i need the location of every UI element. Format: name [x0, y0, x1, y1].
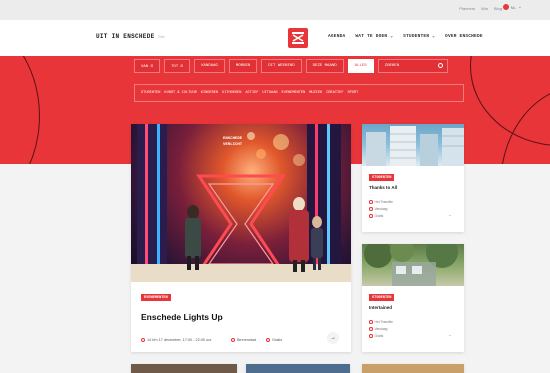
event-location-text: Binnenstad [237, 338, 256, 342]
image-caption-line: VERLICHT [223, 143, 243, 147]
utility-link[interactable]: Blog [494, 6, 502, 11]
utility-link[interactable]: Planners [459, 6, 475, 11]
category-filter[interactable]: KUNST & CULTUUR [164, 91, 196, 95]
category-filter[interactable]: MUZIEK [309, 91, 322, 95]
nav-item-wat-te-doen[interactable]: WAT TE DOEN ⌄ [355, 34, 393, 39]
category-filter[interactable]: UITGAAN [262, 91, 277, 95]
tag-icon [266, 338, 270, 342]
event-meta: Het Transitie Vandaag Gratis [369, 200, 393, 218]
category-filter[interactable]: CREATIEF [326, 91, 343, 95]
featured-event-card[interactable]: ENSCHEDE VERLICHT EVENEMENTEN Enschede L… [131, 124, 351, 352]
category-filter[interactable]: ACTIEF [245, 91, 258, 95]
arrow-right-icon[interactable]: → [447, 332, 452, 338]
site-logo-subtitle: Site [158, 34, 165, 39]
event-date-text: 14 t/m 17 december, 17:00 - 22:00 uur [147, 338, 212, 342]
image-caption: ENSCHEDE VERLICHT [223, 136, 242, 148]
event-image: ENSCHEDE VERLICHT [131, 124, 351, 282]
category-filter[interactable]: SPORT [347, 91, 358, 95]
clock-icon [141, 338, 145, 342]
event-title[interactable]: Intertained [369, 305, 392, 310]
main-nav: AGENDA WAT TE DOEN ⌄ STUDENTEN ⌄ OVER EN… [328, 34, 483, 39]
logo-mark-icon[interactable] [288, 28, 308, 48]
arrow-right-icon[interactable]: → [447, 212, 452, 218]
event-date: 14 t/m 17 december, 17:00 - 22:00 uur [141, 338, 212, 342]
category-filter[interactable]: STUDENTEN [141, 91, 160, 95]
nav-item-studenten[interactable]: STUDENTEN ⌄ [403, 34, 435, 39]
filter-all[interactable]: ALLES [347, 59, 374, 73]
event-card-peek[interactable] [131, 364, 237, 373]
meta-text: Vandaag [374, 207, 388, 211]
event-location: Binnenstad [231, 338, 256, 342]
flag-icon [502, 4, 509, 10]
page: Planners Win Blog NL ⌄ UIT IN ENSCHEDE S… [0, 0, 550, 373]
meta-text: Het Transitie [374, 200, 394, 204]
search-label: ZOEKEN [384, 64, 400, 68]
date-filter-row: VAN ⊡ TOT ⊡ VANDAAG MORGEN DIT WEEKEND D… [134, 59, 448, 73]
event-card[interactable]: STUDENTEN Thanks to All Het Transitie Va… [362, 124, 464, 232]
category-tag[interactable]: EVENEMENTEN [141, 294, 171, 301]
main-header: UIT IN ENSCHEDE Site AGENDA WAT TE DOEN … [0, 20, 550, 56]
location-pin-icon [369, 200, 373, 204]
search-icon [437, 63, 443, 68]
event-price-text: Gratis [272, 338, 283, 342]
filter-this-month[interactable]: DEZE MAAND [305, 59, 344, 73]
meta-text: Het Transitie [374, 320, 394, 324]
category-tag[interactable]: STUDENTEN [369, 174, 395, 181]
utility-links: Planners Win Blog [459, 6, 502, 11]
event-meta: Het Transitie Vandaag Gratis [369, 320, 393, 338]
language-label: NL [510, 4, 516, 10]
event-image [362, 244, 464, 286]
event-card-peek[interactable] [362, 364, 464, 373]
category-filter[interactable]: UITHOEKEN [222, 91, 241, 95]
nav-item-over-enschede[interactable]: OVER ENSCHEDE [445, 34, 483, 39]
event-title[interactable]: Enschede Lights Up [141, 312, 223, 322]
meta-text: Gratis [374, 214, 384, 218]
filter-from[interactable]: VAN ⊡ [134, 59, 161, 73]
clock-icon [369, 207, 373, 211]
meta-text: Gratis [374, 334, 384, 338]
event-card[interactable]: STUDENTEN Intertained Het Transitie Vand… [362, 244, 464, 352]
search-input[interactable]: ZOEKEN [377, 59, 448, 73]
filter-this-weekend[interactable]: DIT WEEKEND [261, 59, 302, 73]
location-pin-icon [369, 320, 373, 324]
decorative-line [0, 56, 40, 164]
filter-tomorrow[interactable]: MORGEN [228, 59, 258, 73]
utility-bar: Planners Win Blog NL ⌄ [0, 0, 550, 20]
category-filter-row: STUDENTEN KUNST & CULTUUR KINDEREN UITHO… [134, 84, 464, 102]
clock-icon [369, 327, 373, 331]
arrow-right-icon[interactable]: → [327, 332, 339, 344]
site-logo-text[interactable]: UIT IN ENSCHEDE [96, 33, 155, 40]
event-card-peek[interactable] [246, 364, 350, 373]
category-tag[interactable]: STUDENTEN [369, 294, 395, 301]
category-filter[interactable]: KINDEREN [201, 91, 218, 95]
tag-icon [369, 214, 373, 218]
event-title[interactable]: Thanks to All [369, 185, 397, 190]
event-image [362, 124, 464, 166]
filter-today[interactable]: VANDAAG [194, 59, 225, 73]
nav-item-agenda[interactable]: AGENDA [328, 34, 345, 39]
location-pin-icon [231, 338, 235, 342]
language-switcher[interactable]: NL ⌄ [502, 4, 522, 10]
meta-text: Vandaag [374, 327, 388, 331]
event-price: Gratis [266, 338, 282, 342]
chevron-down-icon: ⌄ [517, 4, 522, 10]
category-filter[interactable]: EVENEMENTEN [282, 91, 306, 95]
tag-icon [369, 334, 373, 338]
filter-to[interactable]: TOT ⊡ [164, 59, 191, 73]
utility-link[interactable]: Win [481, 6, 488, 11]
